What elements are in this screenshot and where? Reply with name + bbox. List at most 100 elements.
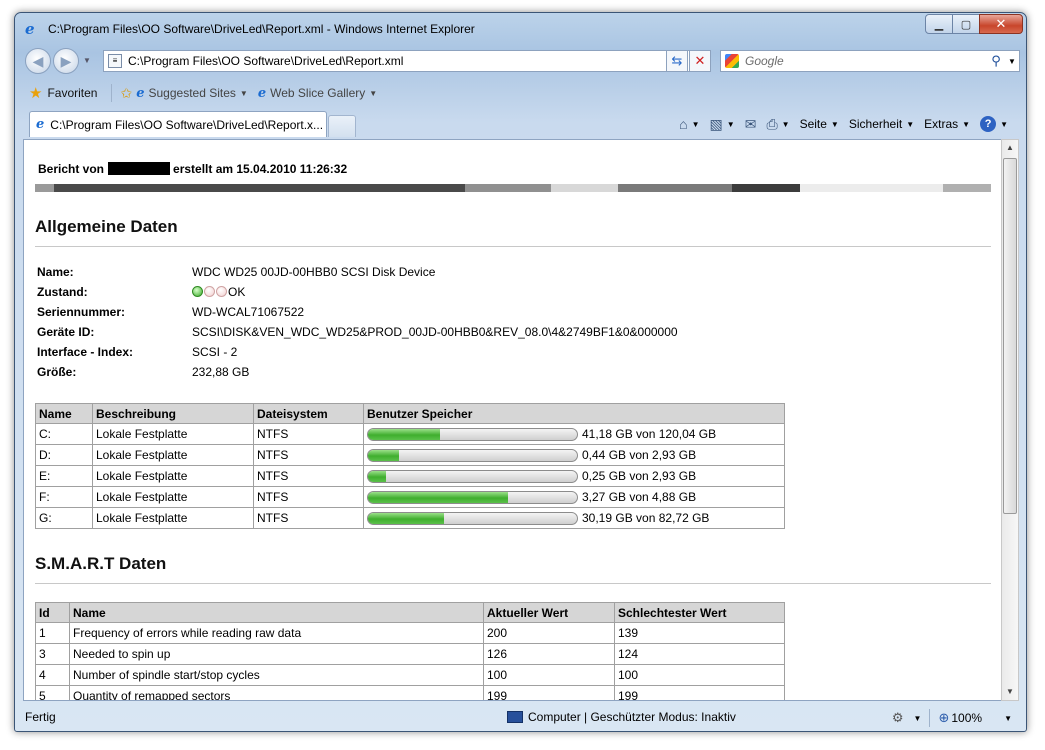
- recent-pages-dropdown-icon[interactable]: ▼: [83, 56, 91, 65]
- page-menu[interactable]: Seite ▼: [800, 117, 839, 131]
- home-icon: ⌂: [679, 116, 688, 132]
- print-button[interactable]: ⎙ ▼: [766, 116, 789, 133]
- info-row-device-id: Geräte ID: SCSI\DISK&VEN_WDC_WD25&PROD_0…: [37, 325, 678, 345]
- search-options-dropdown-icon[interactable]: ▼: [1005, 57, 1019, 66]
- color-bar-segment: [465, 184, 551, 192]
- usage-bar-fill: [368, 491, 509, 503]
- rss-feed-icon: ▧: [709, 115, 723, 132]
- chevron-down-icon[interactable]: ▼: [914, 714, 922, 723]
- smart-current-cell: 200: [483, 622, 615, 644]
- report-header-suffix: erstellt am 15.04.2010 11:26:32: [173, 162, 348, 176]
- navigation-bar: ◀ ▶ ▼ ≡ C:\Program Files\OO Software\Dri…: [15, 46, 1026, 76]
- chevron-down-icon[interactable]: ▼: [1004, 714, 1012, 723]
- scroll-up-icon[interactable]: ▲: [1002, 140, 1018, 156]
- protected-mode-icon[interactable]: ⚙: [892, 710, 904, 726]
- chevron-down-icon: ▼: [691, 119, 700, 129]
- help-icon: ?: [980, 116, 997, 132]
- ie-page-icon: e: [136, 85, 145, 101]
- web-slice-gallery-link[interactable]: e Web Slice Gallery ▼: [258, 86, 377, 101]
- search-input[interactable]: Google: [745, 54, 987, 68]
- back-button[interactable]: ◀: [25, 48, 51, 74]
- drive-description-cell: Lokale Festplatte: [92, 507, 254, 529]
- favorites-button[interactable]: ★ Favoriten: [29, 84, 97, 102]
- color-bar-segment: [732, 184, 800, 192]
- zoom-icon[interactable]: ⊕: [938, 710, 949, 726]
- drive-usage-cell: 0,44 GB von 2,93 GB: [363, 444, 785, 466]
- tab-report[interactable]: e C:\Program Files\OO Software\DriveLed\…: [29, 111, 327, 137]
- feeds-button[interactable]: ▧ ▼: [710, 116, 735, 133]
- address-bar[interactable]: ≡ C:\Program Files\OO Software\DriveLed\…: [103, 50, 693, 72]
- maximize-button[interactable]: ▢: [952, 14, 980, 34]
- chevron-down-icon: ▼: [830, 119, 839, 129]
- minimize-button[interactable]: ▁: [925, 14, 953, 34]
- column-header: Aktueller Wert: [483, 602, 615, 623]
- search-box[interactable]: Google ⚲ ▼: [720, 50, 1020, 72]
- drive-name-cell: G:: [35, 507, 93, 529]
- new-tab-button[interactable]: [328, 115, 356, 137]
- window-title: C:\Program Files\OO Software\DriveLed\Re…: [48, 22, 475, 36]
- status-bar: Fertig Computer | Geschützter Modus: Ina…: [15, 703, 1026, 731]
- color-bar-segment: [943, 184, 991, 192]
- report-header-prefix: Bericht von: [38, 162, 105, 176]
- suggested-sites-link[interactable]: e Suggested Sites ▼: [136, 86, 248, 101]
- vertical-scrollbar[interactable]: ▲ ▼: [1001, 139, 1019, 701]
- chevron-down-icon: ▼: [1000, 119, 1008, 129]
- color-bar-segment: [551, 184, 618, 192]
- info-value: SCSI\DISK&VEN_WDC_WD25&PROD_00JD-00HBB0&…: [192, 325, 678, 339]
- refresh-button[interactable]: ⇆: [666, 50, 688, 72]
- usage-meter: 30,19 GB von 82,72 GB: [367, 511, 781, 525]
- smart-name-cell: Needed to spin up: [69, 643, 484, 665]
- table-row: 5 Quantity of remapped sectors 199 199: [35, 685, 785, 700]
- table-row: 4 Number of spindle start/stop cycles 100 1…: [35, 664, 785, 686]
- info-value: OK: [192, 285, 245, 305]
- close-button[interactable]: ✕: [979, 14, 1023, 34]
- info-label: Geräte ID:: [37, 325, 95, 339]
- add-to-favorites-icon[interactable]: ✩: [120, 85, 132, 102]
- title-bar: e C:\Program Files\OO Software\DriveLed\…: [15, 13, 1026, 45]
- security-zone[interactable]: Computer | Geschützter Modus: Inaktiv: [507, 710, 736, 724]
- stop-button[interactable]: ✕: [689, 50, 711, 72]
- zoom-level[interactable]: 100%: [951, 711, 982, 725]
- drive-description-cell: Lokale Festplatte: [92, 486, 254, 508]
- smart-id-cell: 1: [35, 622, 70, 644]
- tools-menu-label: Extras: [924, 117, 959, 131]
- search-icon[interactable]: ⚲: [987, 53, 1005, 69]
- info-label: Interface - Index:: [37, 345, 134, 359]
- tools-menu[interactable]: Extras ▼: [924, 117, 970, 131]
- usage-meter: 0,25 GB von 2,93 GB: [367, 469, 781, 483]
- usage-meter: 0,44 GB von 2,93 GB: [367, 448, 781, 462]
- info-label: Zustand:: [37, 285, 88, 299]
- home-button[interactable]: ⌂ ▼: [679, 116, 699, 132]
- mail-icon: ✉: [744, 115, 757, 132]
- browser-window: e C:\Program Files\OO Software\DriveLed\…: [14, 12, 1027, 732]
- table-header-row: Name Beschreibung Dateisystem Benutzer S…: [35, 403, 785, 424]
- decorative-color-bar: [35, 184, 991, 192]
- forward-button[interactable]: ▶: [53, 48, 79, 74]
- security-menu[interactable]: Sicherheit ▼: [849, 117, 914, 131]
- address-input[interactable]: C:\Program Files\OO Software\DriveLed\Re…: [128, 54, 678, 68]
- info-value: WD-WCAL71067522: [192, 305, 305, 319]
- drive-filesystem-cell: NTFS: [253, 507, 364, 529]
- chevron-down-icon: ▼: [369, 88, 378, 98]
- section-divider: [35, 246, 991, 247]
- table-row: F: Lokale Festplatte NTFS 3,27 GB von 4,88 …: [35, 486, 785, 508]
- usage-bar-fill: [368, 512, 445, 524]
- smart-table: Id Name Aktueller Wert Schlechtester Wer…: [35, 602, 785, 700]
- drive-name-cell: F:: [35, 486, 93, 508]
- scroll-down-icon[interactable]: ▼: [1002, 684, 1018, 700]
- column-header: Benutzer Speicher: [363, 403, 785, 424]
- status-light-off-icon: [204, 286, 215, 297]
- table-row: D: Lokale Festplatte NTFS 0,44 GB von 2,93 …: [35, 444, 785, 466]
- tab-label: C:\Program Files\OO Software\DriveLed\Re…: [50, 117, 324, 132]
- scrollbar-thumb[interactable]: [1003, 158, 1017, 514]
- help-button[interactable]: ? ▼: [980, 116, 1008, 132]
- smart-data-title: S.M.A.R.T Daten: [35, 554, 167, 573]
- read-mail-button[interactable]: ✉: [745, 116, 757, 133]
- chevron-down-icon: ▼: [239, 88, 248, 98]
- web-slice-gallery-label: Web Slice Gallery: [270, 86, 366, 100]
- smart-worst-cell: 100: [614, 664, 785, 686]
- smart-name-cell: Frequency of errors while reading raw da…: [69, 622, 484, 644]
- smart-worst-cell: 199: [614, 685, 785, 700]
- state-text: OK: [228, 285, 246, 299]
- usage-text: 30,19 GB von 82,72 GB: [582, 511, 710, 525]
